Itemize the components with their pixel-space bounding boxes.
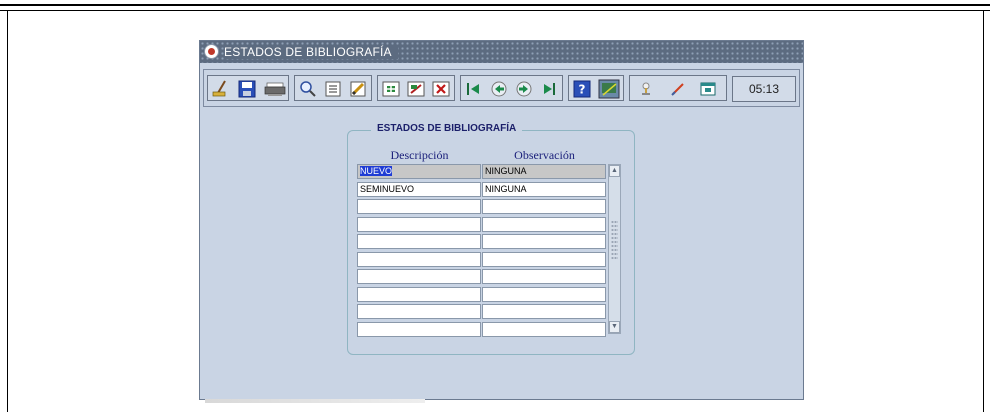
query-icon[interactable] [298, 79, 318, 99]
cell-descripcion[interactable] [357, 304, 481, 319]
save-icon[interactable] [237, 79, 257, 99]
cell-text: SEMINUEVO [360, 183, 415, 194]
scroll-thumb[interactable] [611, 220, 618, 260]
cell-observacion[interactable] [482, 234, 606, 249]
tool-c-icon[interactable] [698, 79, 718, 99]
column-header-descripcion: Descripción [390, 148, 449, 162]
cell-observacion[interactable] [482, 286, 606, 302]
print-icon[interactable] [263, 79, 287, 99]
cell-observacion[interactable] [482, 321, 606, 337]
toolbar-group-help: ? [568, 75, 624, 101]
app-window: ESTADOS DE BIBLIOGRAFÍA ? 05:13 ESTADOS … [199, 40, 804, 400]
app-icon [204, 44, 219, 59]
cell-descripcion[interactable] [357, 251, 481, 267]
previous-record-icon[interactable] [489, 79, 509, 99]
clear-icon[interactable] [211, 79, 231, 99]
cell-descripcion[interactable]: SEMINUEVO [357, 181, 481, 197]
toolbar-group-query [294, 75, 372, 101]
cell-descripcion[interactable]: NUEVO [357, 164, 481, 179]
window-title: ESTADOS DE BIBLIOGRAFÍA [224, 45, 398, 59]
edit-icon[interactable] [348, 79, 368, 99]
exit-icon[interactable] [597, 79, 621, 99]
block-title: ESTADOS DE BIBLIOGRAFÍA [371, 123, 523, 134]
column-header-observacion: Observación [514, 148, 575, 162]
cell-observacion[interactable] [482, 304, 606, 319]
toolbar-group-navigation [460, 75, 563, 101]
cell-descripcion[interactable] [357, 199, 481, 214]
cell-observacion[interactable]: NINGUNA [482, 181, 606, 197]
cell-descripcion[interactable] [357, 321, 481, 337]
first-record-icon[interactable] [464, 79, 484, 99]
page-right-rule [983, 10, 984, 412]
page-left-rule [7, 10, 8, 412]
page-top-rule-inner [0, 10, 990, 11]
cell-observacion[interactable] [482, 199, 606, 214]
clock-display: 05:13 [732, 76, 796, 102]
svg-text:?: ? [579, 83, 586, 97]
scroll-up-icon[interactable]: ▲ [609, 165, 620, 177]
cell-observacion[interactable] [482, 251, 606, 267]
cell-descripcion[interactable] [357, 269, 481, 284]
cell-descripcion[interactable] [357, 216, 481, 232]
cell-descripcion[interactable] [357, 234, 481, 249]
title-bar[interactable]: ESTADOS DE BIBLIOGRAFÍA [200, 41, 803, 63]
insert-record-icon[interactable] [381, 79, 401, 99]
duplicate-record-icon[interactable] [406, 79, 426, 99]
cell-text: NINGUNA [485, 166, 527, 176]
toolbar-group-record [377, 75, 455, 101]
tool-a-icon[interactable] [636, 79, 656, 99]
scroll-down-icon[interactable]: ▼ [609, 321, 620, 333]
next-record-icon[interactable] [514, 79, 534, 99]
cell-observacion[interactable] [482, 216, 606, 232]
window-shadow [205, 399, 425, 403]
cell-observacion[interactable] [482, 269, 606, 284]
toolbar-group-file [207, 75, 289, 101]
cell-descripcion[interactable] [357, 286, 481, 302]
toolbar: ? 05:13 [203, 69, 800, 107]
last-record-icon[interactable] [539, 79, 559, 99]
help-icon[interactable]: ? [572, 79, 592, 99]
records-scrollbar[interactable]: ▲ ▼ [608, 164, 621, 334]
cell-observacion[interactable]: NINGUNA [482, 164, 606, 179]
list-icon[interactable] [323, 79, 343, 99]
toolbar-group-extra [629, 75, 727, 101]
cell-text: NINGUNA [485, 183, 527, 194]
cell-text: NUEVO [360, 166, 393, 176]
tool-b-icon[interactable] [668, 79, 688, 99]
delete-record-icon[interactable] [431, 79, 451, 99]
page-top-rule [0, 4, 990, 6]
